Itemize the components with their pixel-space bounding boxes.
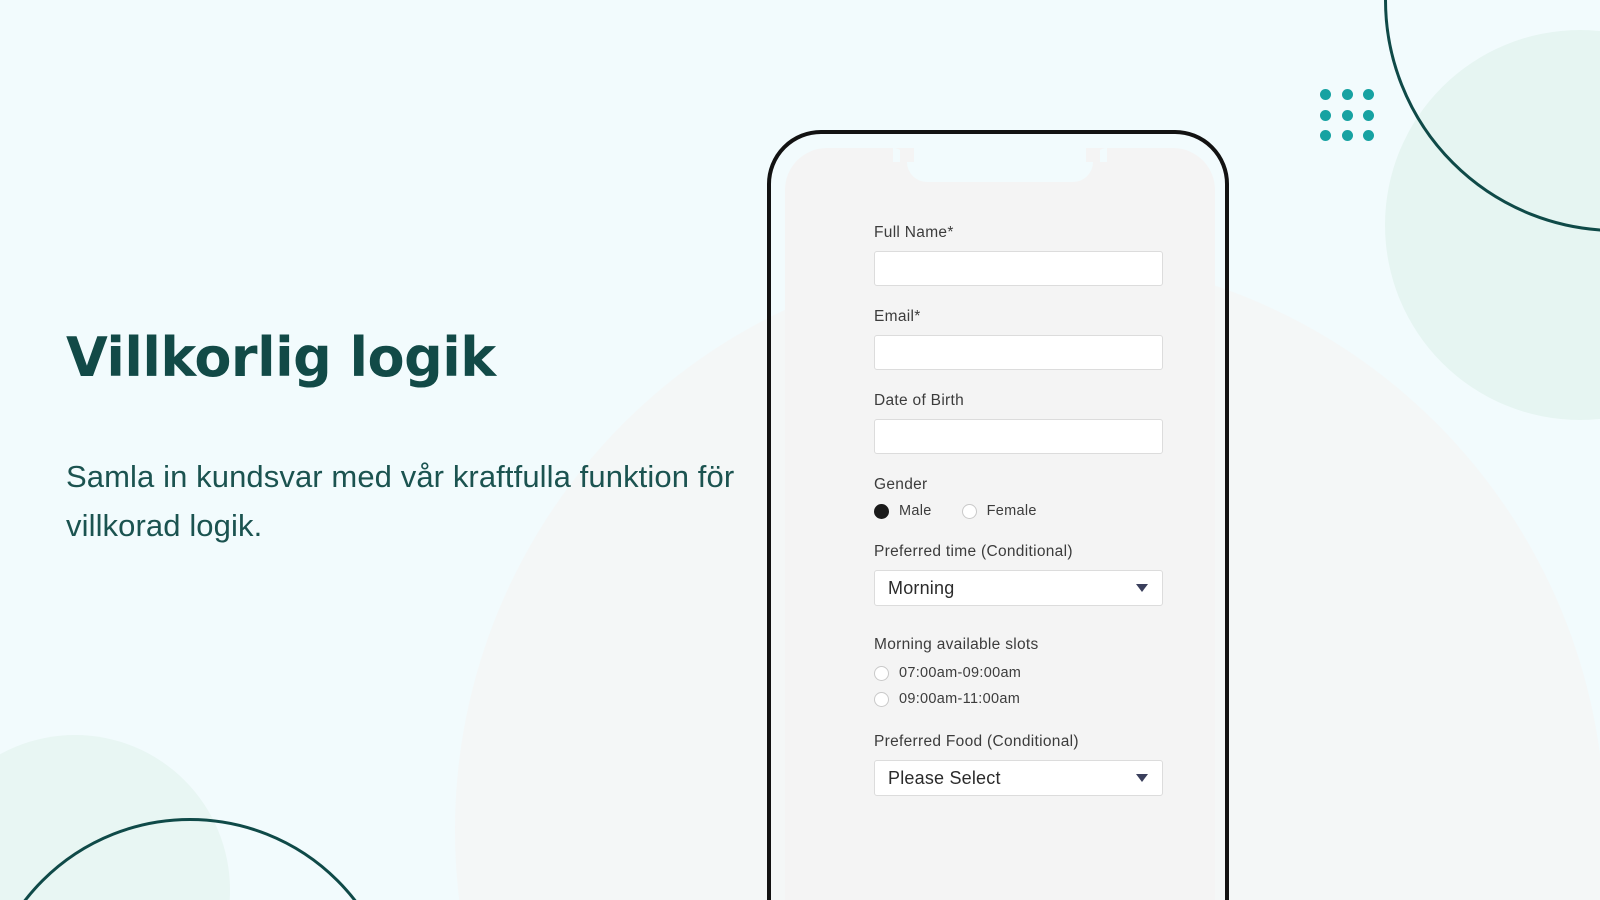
chevron-down-icon[interactable] [1136,774,1148,782]
field-preferred-food: Preferred Food (Conditional) Please Sele… [874,733,1189,796]
radio-empty-icon[interactable] [874,691,889,707]
slot-option-label: 07:00am-09:00am [899,665,1022,681]
email-field[interactable] [874,335,1163,370]
grid-dot [1363,89,1375,100]
field-label-morning-slots: Morning available slots [874,636,1039,653]
dot-grid-icon [1320,89,1376,142]
preferred-food-select[interactable]: Please Select [874,760,1163,796]
notch-mask-right [1086,148,1100,162]
page-title: Villkorlig logik [66,326,496,389]
gender-option-male[interactable]: Male [874,503,932,519]
slot-option-label: 09:00am-11:00am [899,691,1021,707]
field-label-preferred-food: Preferred Food (Conditional) [874,733,1079,750]
preferred-time-select[interactable]: Morning [874,570,1163,606]
slot-option-2[interactable]: 09:00am-11:00am [874,691,1189,707]
hero-subtitle: Samla in kundsvar med vår kraftfulla fun… [66,458,735,543]
field-preferred-time: Preferred time (Conditional) Morning [874,543,1189,606]
field-full-name: Full Name* [874,224,1189,286]
preferred-food-value: Please Select [888,767,1001,788]
field-label-preferred-time: Preferred time (Conditional) [874,543,1073,560]
radio-empty-icon[interactable] [874,665,889,681]
conditional-logic-form: Full Name* Email* Date of Birth Gender M… [785,148,1215,900]
preferred-time-value: Morning [888,577,955,598]
slot-option-1[interactable]: 07:00am-09:00am [874,665,1189,681]
slide-canvas: Villkorlig logik Samla in kundsvar med v… [0,0,1600,900]
hero-copy: Villkorlig logik Samla in kundsvar med v… [66,326,756,551]
field-label-gender: Gender [874,476,928,493]
notch-mask-left [900,148,914,162]
field-label-email: Email* [874,308,921,325]
grid-dot [1363,109,1375,121]
date-of-birth-input[interactable] [874,419,1163,454]
field-label-date-of-birth: Date of Birth [874,392,965,409]
radio-filled-icon[interactable] [874,503,889,519]
full-name-input[interactable] [874,251,1163,286]
gender-options: Male Female [874,503,1189,519]
field-email: Email* [874,308,1189,370]
field-morning-slots: Morning available slots 07:00am-09:00am … [874,636,1189,707]
gender-option-female[interactable]: Female [961,503,1037,519]
phone-mockup: Full Name* Email* Date of Birth Gender M… [767,130,1229,900]
gender-option-label: Male [899,503,932,519]
grid-dot [1341,89,1353,100]
grid-dot [1320,89,1331,100]
grid-dot [1341,109,1353,121]
phone-screen: Full Name* Email* Date of Birth Gender M… [785,148,1215,900]
grid-dot [1320,130,1331,142]
field-label-full-name: Full Name* [874,224,954,241]
grid-dot [1363,130,1375,142]
grid-dot [1320,109,1331,121]
field-gender: Gender Male Female [874,476,1189,519]
radio-empty-icon[interactable] [961,503,977,519]
grid-dot [1341,130,1353,142]
field-date-of-birth: Date of Birth [874,392,1189,454]
chevron-down-icon[interactable] [1136,584,1148,592]
gender-option-label: Female [986,503,1037,519]
